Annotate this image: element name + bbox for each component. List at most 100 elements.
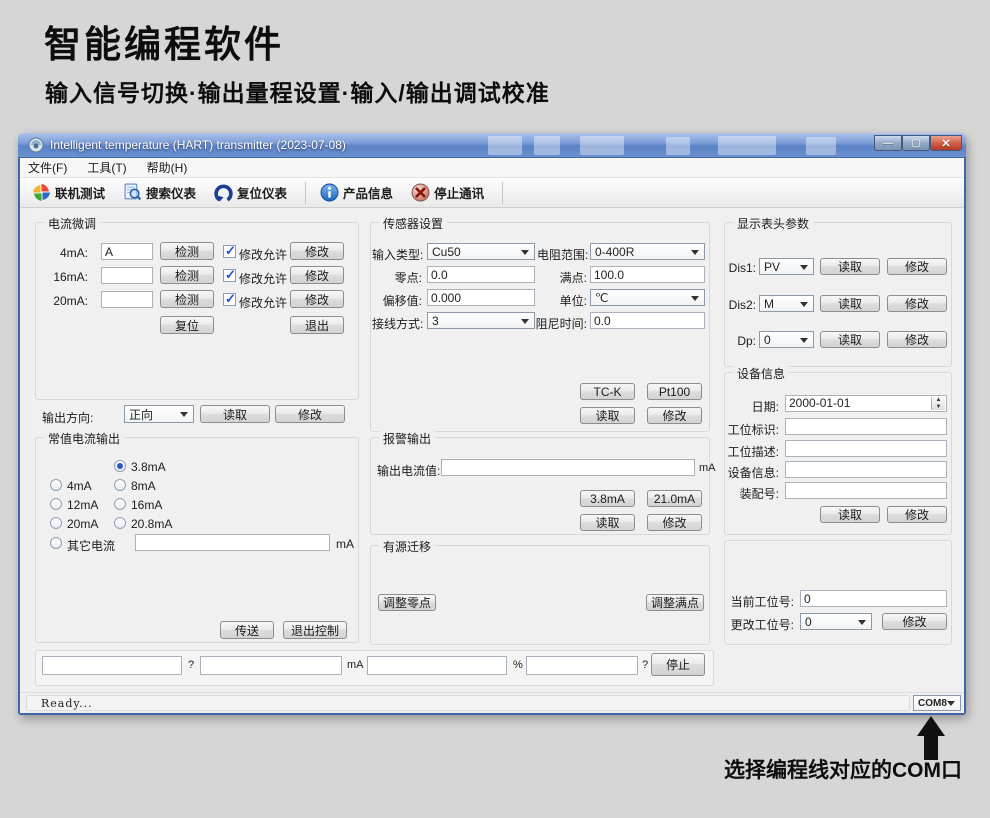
input-20ma[interactable] [101, 291, 153, 308]
output-direction-value: 正向 [129, 406, 153, 423]
sensor-read-button[interactable]: 读取 [580, 407, 635, 424]
device-read-button[interactable]: 读取 [820, 506, 880, 523]
radio-8ma[interactable] [114, 479, 126, 491]
toolbar-product-info-button[interactable]: 产品信息 [316, 181, 401, 204]
monitor-input-4[interactable] [526, 656, 638, 675]
change-station-label: 更改工位号: [726, 616, 794, 633]
alarm-current-input[interactable] [441, 459, 695, 476]
date-input[interactable]: 2000-01-01 ▲▼ [785, 395, 947, 412]
allow-16ma-checkbox[interactable] [223, 269, 236, 282]
radio-20-8ma[interactable] [114, 517, 126, 529]
change-station-select[interactable]: 0 [800, 613, 872, 630]
maximize-button[interactable]: ▢ [902, 135, 930, 151]
modify-4ma-button[interactable]: 修改 [290, 242, 344, 260]
alarm-modify-button[interactable]: 修改 [647, 514, 702, 531]
dis2-read-button[interactable]: 读取 [820, 295, 880, 312]
exit-control-button[interactable]: 退出控制 [283, 621, 347, 639]
pt100-button[interactable]: Pt100 [647, 383, 702, 400]
adjust-full-button[interactable]: 调整满点 [646, 594, 704, 611]
tck-button[interactable]: TC-K [580, 383, 635, 400]
device-modify-button[interactable]: 修改 [887, 506, 947, 523]
radio-20ma-label: 20mA [67, 517, 98, 531]
radio-3-8ma[interactable] [114, 460, 126, 472]
input-type-select[interactable]: Cu50 [427, 243, 535, 260]
menu-help[interactable]: 帮助(H) [147, 159, 188, 176]
device-info-input[interactable] [785, 461, 947, 478]
toolbar-online-test-button[interactable]: 联机测试 [28, 181, 113, 204]
radio-4ma-label: 4mA [67, 479, 92, 493]
menu-tools[interactable]: 工具(T) [87, 159, 126, 176]
alarm-high-button[interactable]: 21.0mA [647, 490, 702, 507]
info-icon [320, 183, 339, 202]
damping-label: 阻尼时间: [531, 315, 587, 332]
toolbar-reset-meter-button[interactable]: 复位仪表 [210, 181, 295, 204]
dis1-read-button[interactable]: 读取 [820, 258, 880, 275]
radio-4ma[interactable] [50, 479, 62, 491]
allow-4ma-checkbox[interactable] [223, 245, 236, 258]
current-station-input[interactable] [800, 590, 947, 607]
station-modify-button[interactable]: 修改 [882, 613, 947, 630]
adjust-zero-button[interactable]: 调整零点 [378, 594, 436, 611]
exit-button[interactable]: 退出 [290, 316, 344, 334]
damping-input[interactable] [590, 312, 705, 329]
com-port-select[interactable]: COM8 [913, 695, 961, 711]
dis1-modify-button[interactable]: 修改 [887, 258, 947, 275]
detect-20ma-button[interactable]: 检测 [160, 290, 214, 308]
send-button[interactable]: 传送 [220, 621, 274, 639]
menu-file[interactable]: 文件(F) [28, 159, 67, 176]
alarm-read-button[interactable]: 读取 [580, 514, 635, 531]
monitor-input-2[interactable] [200, 656, 342, 675]
output-direction-modify-button[interactable]: 修改 [275, 405, 345, 423]
radio-16ma[interactable] [114, 498, 126, 510]
dp-read-button[interactable]: 读取 [820, 331, 880, 348]
monitor-input-1[interactable] [42, 656, 182, 675]
unit-select[interactable]: ℃ [590, 289, 705, 306]
output-direction-read-button[interactable]: 读取 [200, 405, 270, 423]
monitor-input-3[interactable] [367, 656, 507, 675]
dis2-modify-button[interactable]: 修改 [887, 295, 947, 312]
full-input[interactable] [590, 266, 705, 283]
reset-button[interactable]: 复位 [160, 316, 214, 334]
toolbar-stop-comm-button[interactable]: 停止通讯 [407, 181, 492, 204]
wiring-select[interactable]: 3 [427, 312, 535, 329]
radio-other-current[interactable] [50, 537, 62, 549]
minimize-button[interactable]: — [874, 135, 902, 151]
offset-input[interactable] [427, 289, 535, 306]
input-16ma[interactable] [101, 267, 153, 284]
sensor-modify-button[interactable]: 修改 [647, 407, 702, 424]
status-text: Ready... [41, 697, 93, 710]
title-bar: Intelligent temperature (HART) transmitt… [18, 133, 966, 158]
station-tag-input[interactable] [785, 418, 947, 435]
tool-bar: 联机测试 搜索仪表 复位仪表 [20, 178, 964, 208]
radio-20-8ma-label: 20.8mA [131, 517, 172, 531]
other-current-input[interactable] [135, 534, 330, 551]
radio-20ma[interactable] [50, 517, 62, 529]
detect-4ma-button[interactable]: 检测 [160, 242, 214, 260]
allow-16ma-label: 修改允许 [239, 270, 287, 287]
station-tag-label: 工位标识: [720, 421, 779, 438]
date-spinner[interactable]: ▲▼ [931, 397, 945, 410]
output-direction-select[interactable]: 正向 [124, 405, 194, 423]
dp-select[interactable]: 0 [759, 331, 814, 348]
glass-reflection [488, 136, 522, 155]
assembly-no-input[interactable] [785, 482, 947, 499]
date-label: 日期: [720, 398, 779, 415]
dis1-select[interactable]: PV [759, 258, 814, 275]
allow-20ma-checkbox[interactable] [223, 293, 236, 306]
detect-16ma-button[interactable]: 检测 [160, 266, 214, 284]
zero-input[interactable] [427, 266, 535, 283]
dp-modify-button[interactable]: 修改 [887, 331, 947, 348]
toolbar-search-meter-button[interactable]: 搜索仪表 [119, 181, 204, 204]
dis2-select[interactable]: M [759, 295, 814, 312]
radio-12ma[interactable] [50, 498, 62, 510]
alarm-low-button[interactable]: 3.8mA [580, 490, 635, 507]
modify-16ma-button[interactable]: 修改 [290, 266, 344, 284]
station-desc-input[interactable] [785, 440, 947, 457]
input-4ma[interactable] [101, 243, 153, 260]
resistance-range-select[interactable]: 0-400R [590, 243, 705, 260]
stop-button[interactable]: 停止 [651, 653, 705, 676]
full-label: 满点: [537, 269, 587, 286]
status-bar: Ready... COM8 [20, 692, 964, 713]
close-button[interactable]: ✕ [930, 135, 962, 151]
modify-20ma-button[interactable]: 修改 [290, 290, 344, 308]
